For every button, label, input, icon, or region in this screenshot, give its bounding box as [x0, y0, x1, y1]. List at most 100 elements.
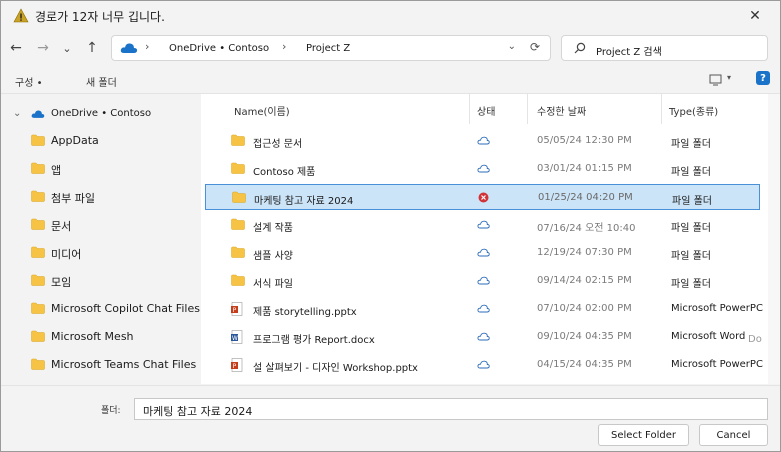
table-row[interactable]: 서식 파일 09/14/24 02:15 PM 파일 폴더 — [205, 268, 760, 294]
up-button[interactable]: ↑ — [81, 38, 103, 58]
forward-button[interactable]: → — [32, 38, 54, 58]
address-bar[interactable]: › OneDrive • Contoso › Project Z ⌄ ⟳ — [111, 35, 551, 61]
sidebar-item-label: 모임 — [51, 276, 72, 289]
chevron-right-icon: › — [282, 40, 287, 53]
file-list: Name(이름) 상태 수정한 날짜 Type(종류) 접근성 문서 05/05/… — [201, 94, 780, 384]
cloud-status-icon — [477, 332, 490, 341]
sidebar-item-label: 문서 — [51, 220, 72, 233]
file-type: 파일 폴더 — [671, 251, 711, 262]
sidebar-item[interactable]: 첨부 파일 — [1, 184, 201, 208]
address-dropdown-icon[interactable]: ⌄ — [508, 41, 516, 52]
file-date: 07/10/24 02:00 PM — [537, 303, 632, 314]
svg-text:P: P — [233, 363, 237, 370]
file-name: 프로그램 평가 Report.docx — [253, 335, 375, 346]
type-overflow-text: Do — [748, 334, 762, 345]
sidebar-item-onedrive[interactable]: ⌄ OneDrive • Contoso — [1, 102, 201, 126]
file-type: 파일 폴더 — [671, 139, 711, 150]
sidebar-item[interactable]: 미디어 — [1, 240, 201, 264]
select-folder-button[interactable]: Select Folder — [598, 424, 689, 446]
folder-icon — [31, 218, 45, 230]
help-button[interactable]: ? — [756, 71, 770, 85]
folder-icon — [31, 162, 45, 174]
search-box[interactable]: Project Z 검색 — [561, 35, 768, 61]
folder-icon — [232, 191, 246, 203]
column-name[interactable]: Name(이름) — [234, 103, 290, 118]
cancel-button[interactable]: Cancel — [699, 424, 768, 446]
sidebar-item[interactable]: Microsoft Copilot Chat Files — [1, 296, 201, 320]
sidebar-item-label: Microsoft Mesh — [51, 330, 134, 343]
folder-icon — [31, 302, 45, 314]
file-type: 파일 폴더 — [672, 196, 712, 207]
column-status[interactable]: 상태 — [477, 103, 495, 118]
folder-icon — [231, 162, 245, 174]
file-type: 파일 폴더 — [671, 167, 711, 178]
folder-icon — [31, 246, 45, 258]
table-row[interactable]: Contoso 제품 03/01/24 01:15 PM 파일 폴더 — [205, 156, 760, 182]
sidebar-item[interactable]: Microsoft Teams Chat Files — [1, 352, 201, 376]
back-button[interactable]: ← — [5, 38, 27, 58]
sidebar-item-label: AppData — [51, 134, 99, 147]
expand-chevron-icon[interactable]: ⌄ — [13, 108, 21, 119]
cloud-status-icon — [477, 220, 490, 229]
sync-error-icon — [478, 192, 489, 203]
table-row[interactable]: W 프로그램 평가 Report.docx 09/10/24 04:35 PM Mic… — [205, 324, 760, 350]
file-date: 09/10/24 04:35 PM — [537, 331, 632, 342]
sidebar-item-label: 앱 — [51, 164, 62, 177]
file-date: 09/14/24 02:15 PM — [537, 275, 632, 286]
search-icon — [574, 42, 586, 54]
column-divider[interactable] — [527, 94, 528, 124]
scrollbar[interactable] — [768, 94, 780, 384]
column-divider[interactable] — [469, 94, 470, 124]
sidebar-item[interactable]: AppData — [1, 128, 201, 152]
table-row[interactable]: 샘플 사양 12/19/24 07:30 PM 파일 폴더 — [205, 240, 760, 266]
view-icon — [709, 74, 722, 86]
view-options-button[interactable]: ▾ — [707, 71, 737, 89]
sidebar-item[interactable]: 앱 — [1, 156, 201, 180]
breadcrumb-project-z[interactable]: Project Z — [306, 43, 350, 54]
table-row[interactable]: P 제품 storytelling.pptx 07/10/24 02:00 PM Mi… — [205, 296, 763, 322]
svg-text:W: W — [232, 335, 238, 342]
file-name: 제품 storytelling.pptx — [253, 307, 357, 318]
sidebar-item[interactable]: 모임 — [1, 268, 201, 292]
folder-icon — [231, 274, 245, 286]
arrow-right-icon: → — [37, 40, 49, 56]
new-folder-button[interactable]: 새 폴더 — [86, 74, 117, 89]
navigation-bar: ← → ⌄ ↑ › OneDrive • Contoso › Project Z… — [1, 32, 780, 66]
file-type: 파일 폴더 — [671, 223, 711, 234]
dialog-footer: 폴더: 마케팅 참고 자료 2024 Select Folder Cancel — [1, 385, 780, 451]
arrow-up-icon: ↑ — [86, 40, 98, 56]
table-row-selected[interactable]: 마케팅 참고 자료 2024 01/25/24 04:20 PM 파일 폴더 — [205, 184, 760, 210]
close-button[interactable]: ✕ — [744, 6, 766, 26]
cloud-status-icon — [477, 164, 490, 173]
cloud-status-icon — [477, 276, 490, 285]
dialog-title: 경로가 12자 너무 깁니다. — [35, 10, 165, 24]
column-date[interactable]: 수정한 날짜 — [537, 103, 586, 118]
folder-icon — [31, 358, 45, 370]
folder-icon — [231, 246, 245, 258]
table-row[interactable]: 접근성 문서 05/05/24 12:30 PM 파일 폴더 — [205, 128, 760, 154]
table-row[interactable]: P 설 살펴보기 - 디자인 Workshop.pptx 04/15/24 04:3… — [205, 352, 763, 378]
sidebar-item[interactable]: 문서 — [1, 212, 201, 236]
refresh-icon[interactable]: ⟳ — [530, 40, 540, 54]
cloud-status-icon — [477, 304, 490, 313]
chevron-right-icon: › — [145, 40, 150, 53]
breadcrumb-onedrive[interactable]: OneDrive • Contoso — [169, 43, 269, 54]
sidebar-item[interactable]: Microsoft Mesh — [1, 324, 201, 348]
folder-icon — [31, 274, 45, 286]
powerpoint-icon: P — [231, 302, 243, 316]
column-type[interactable]: Type(종류) — [669, 103, 718, 118]
file-type: Microsoft PowerPC — [671, 359, 763, 370]
organize-menu[interactable]: 구성 • — [15, 74, 42, 89]
file-type: Microsoft PowerPC — [671, 303, 763, 314]
recent-locations-button[interactable]: ⌄ — [56, 38, 78, 58]
file-date: 12/19/24 07:30 PM — [537, 247, 632, 258]
file-name: Contoso 제품 — [253, 167, 316, 178]
search-input[interactable]: Project Z 검색 — [596, 43, 662, 58]
folder-name-input[interactable]: 마케팅 참고 자료 2024 — [134, 398, 768, 420]
column-divider[interactable] — [661, 94, 662, 124]
sidebar-item-label: 첨부 파일 — [51, 192, 95, 205]
file-name: 설계 작품 — [253, 223, 293, 234]
cloud-status-icon — [477, 136, 490, 145]
sidebar-item-label: Microsoft Teams Chat Files — [51, 358, 197, 371]
table-row[interactable]: 설계 작품 07/16/24 오전 10:40 파일 폴더 — [205, 212, 760, 238]
